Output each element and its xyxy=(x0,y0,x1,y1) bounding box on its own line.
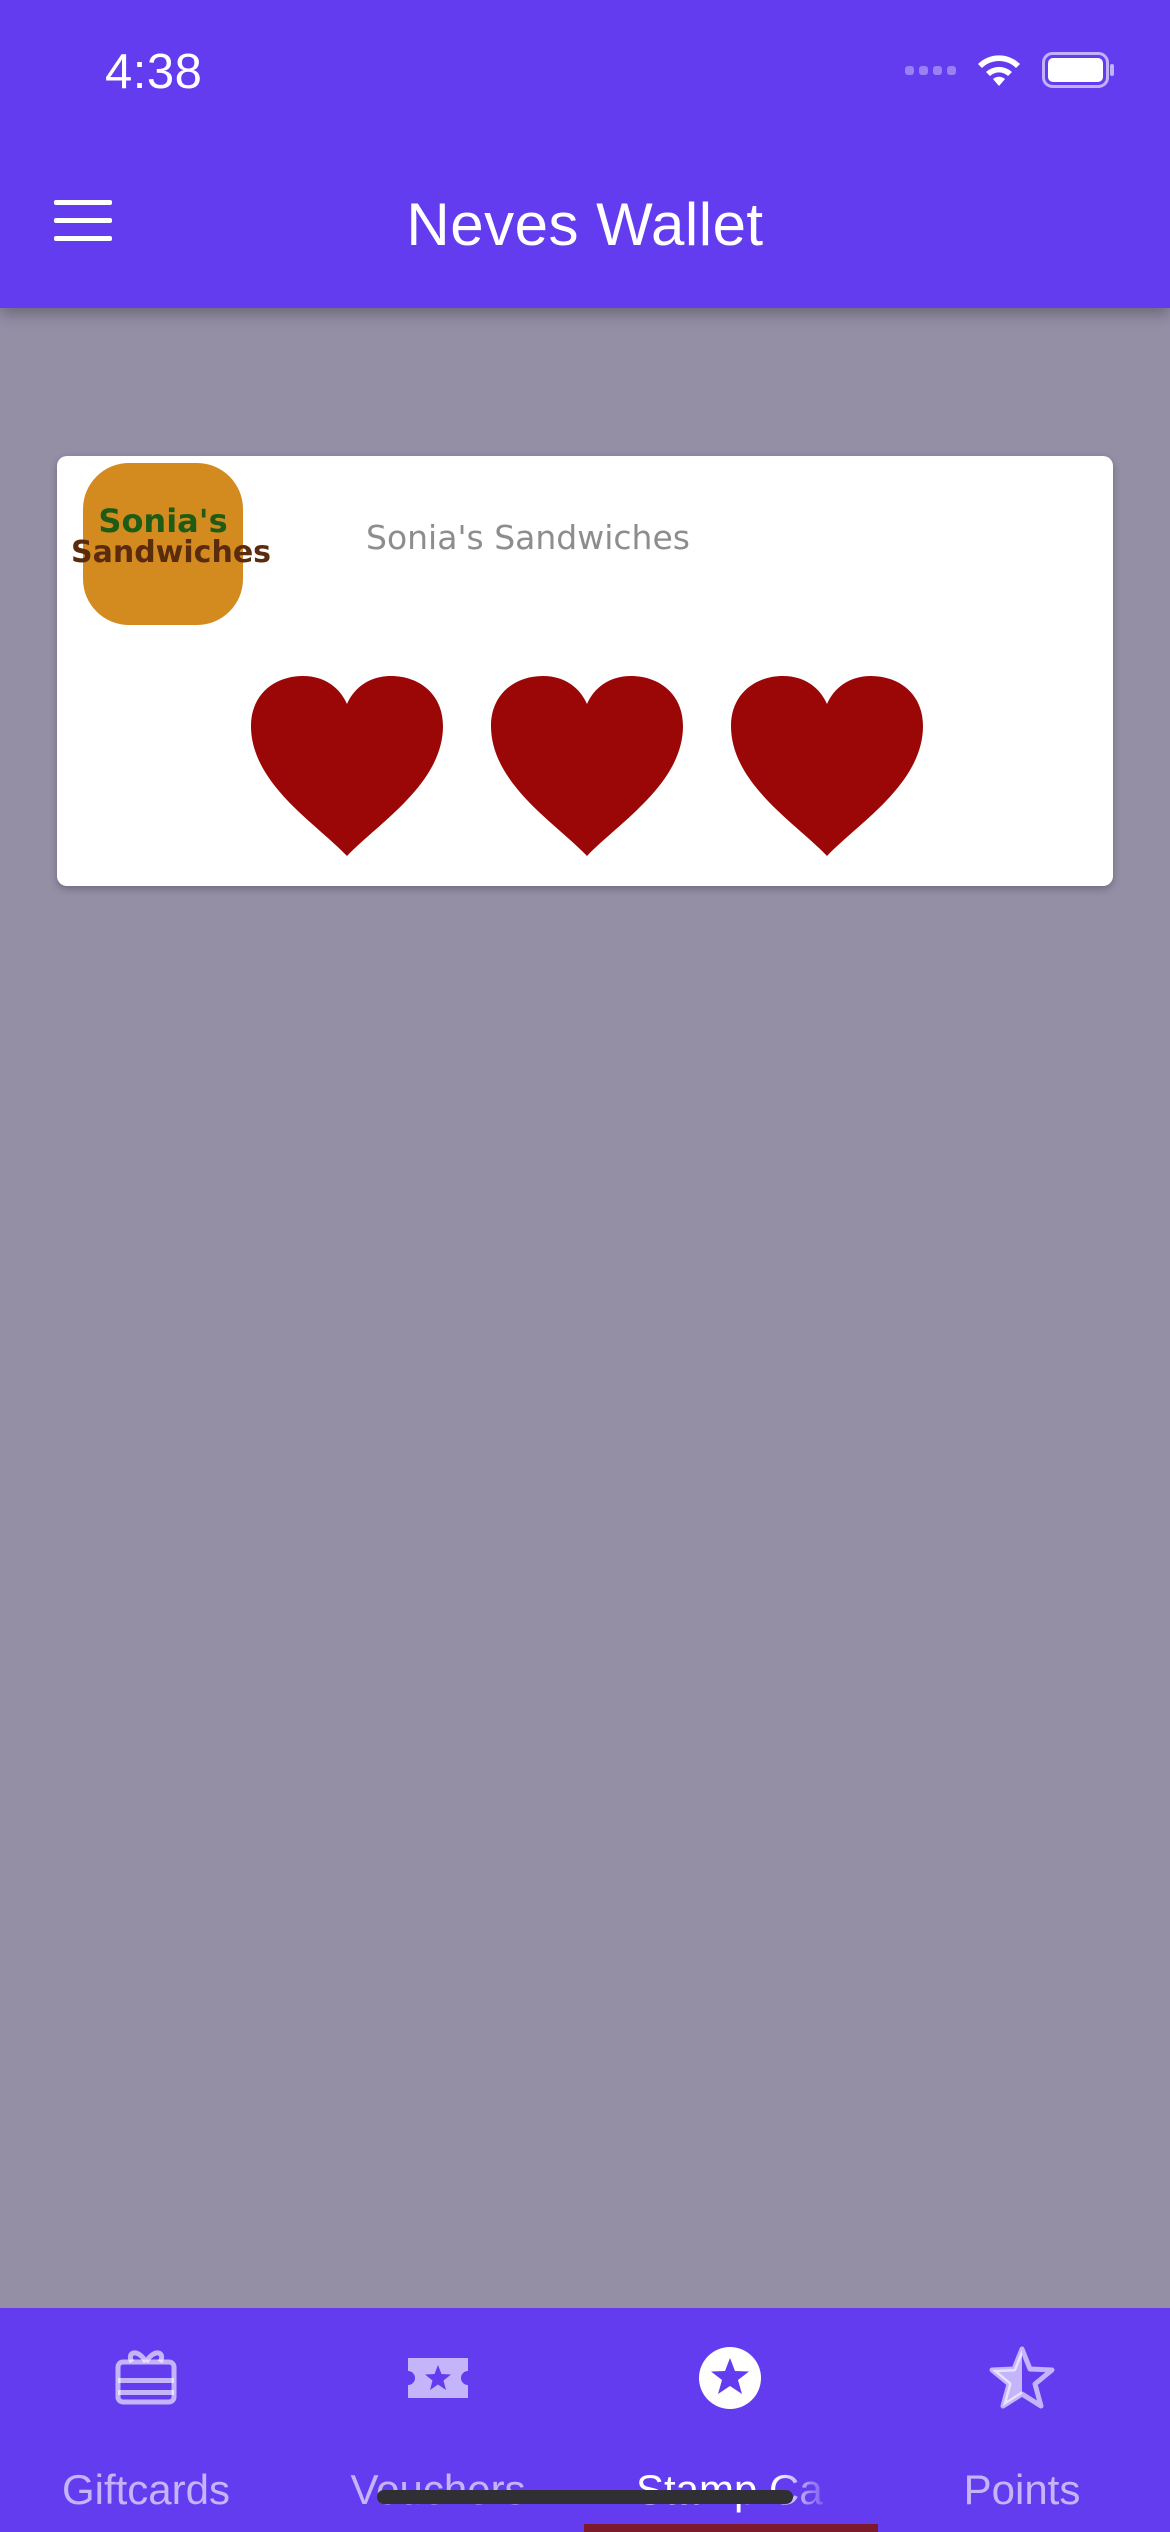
active-tab-indicator xyxy=(584,2524,878,2532)
heart-icon xyxy=(251,676,443,856)
logo-text-line-1: Sonia's xyxy=(98,502,228,540)
status-time: 4:38 xyxy=(105,45,203,99)
ticket-star-icon xyxy=(408,2358,468,2398)
app-bar: 4:38 Neves Wallet xyxy=(0,0,1170,308)
star-circle-icon xyxy=(699,2347,761,2409)
home-indicator[interactable] xyxy=(377,2490,793,2504)
stamp-row xyxy=(247,674,927,864)
heart-icon xyxy=(491,676,683,856)
merchant-name: Sonia's Sandwiches xyxy=(366,518,690,557)
nav-item-giftcards[interactable]: Giftcards xyxy=(0,2308,292,2532)
gift-card-icon xyxy=(115,2350,177,2405)
star-half-icon xyxy=(989,2346,1055,2409)
logo-text-line-2: Sandwiches xyxy=(71,535,272,570)
battery-icon xyxy=(1042,52,1114,88)
stamp-card[interactable]: Sonia's Sandwiches Sonia's Sandwiches xyxy=(57,456,1113,886)
cellular-signal-icon xyxy=(905,65,956,75)
heart-icon xyxy=(731,676,923,856)
wifi-icon xyxy=(978,55,1020,86)
merchant-logo: Sonia's Sandwiches xyxy=(71,463,271,625)
nav-label-giftcards: Giftcards xyxy=(61,2466,231,2513)
nav-label-points: Points xyxy=(963,2466,1081,2513)
nav-item-points[interactable]: Points xyxy=(876,2308,1168,2532)
status-icons xyxy=(905,52,1116,88)
page-title: Neves Wallet xyxy=(406,191,764,258)
